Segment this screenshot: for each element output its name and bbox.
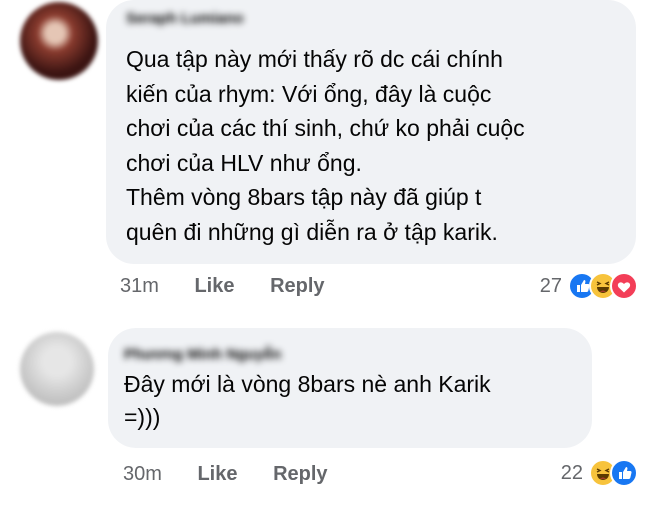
comment-text: Đây mới là vòng 8bars nè anh Karik =))) xyxy=(124,371,491,430)
comment-actions: 31m Like Reply xyxy=(120,275,355,298)
avatar[interactable] xyxy=(20,332,94,406)
like-button[interactable]: Like xyxy=(194,275,234,298)
reply-button[interactable]: Reply xyxy=(270,275,324,298)
comment-author[interactable]: Phương Minh Nguyễn xyxy=(124,346,281,363)
avatar[interactable] xyxy=(20,2,98,80)
comment-actions: 30m Like Reply xyxy=(123,463,358,486)
comment-timestamp[interactable]: 30m xyxy=(123,463,162,486)
reactions-summary[interactable]: 22 xyxy=(561,459,638,487)
comment-text: Qua tập này mới thấy rõ dc cái chính kiế… xyxy=(126,46,525,245)
reaction-count: 22 xyxy=(560,461,583,484)
comment-timestamp[interactable]: 31m xyxy=(120,275,159,298)
comment-author[interactable]: Seraph Lumiano xyxy=(126,10,244,27)
comment-bubble: Seraph Lumiano Qua tập này mới thấy rõ d… xyxy=(106,0,636,264)
like-button[interactable]: Like xyxy=(197,463,237,486)
love-icon xyxy=(610,272,638,300)
reaction-count: 27 xyxy=(539,274,562,297)
reply-button[interactable]: Reply xyxy=(273,463,327,486)
reactions-summary[interactable]: 27 xyxy=(540,272,638,300)
like-icon xyxy=(610,459,638,487)
comment-bubble: Phương Minh Nguyễn Đây mới là vòng 8bars… xyxy=(108,328,592,448)
